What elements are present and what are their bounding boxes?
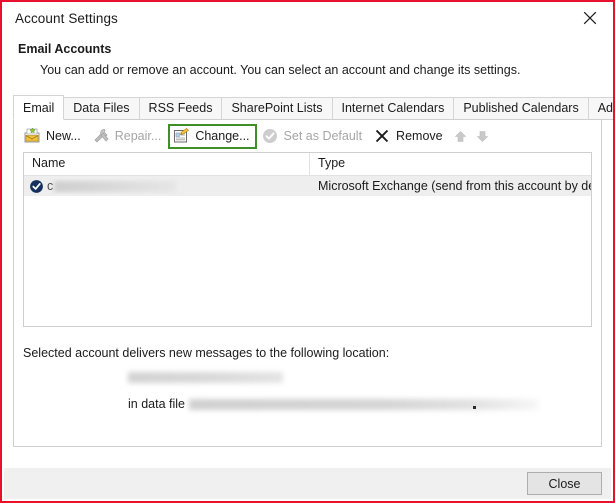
tab-bar: Email Data Files RSS Feeds SharePoint Li… (13, 95, 613, 120)
remove-account-button[interactable]: Remove (369, 124, 450, 148)
move-down-button (472, 125, 494, 147)
new-account-button[interactable]: New... (19, 124, 88, 148)
title-bar: Account Settings (2, 2, 613, 34)
repair-account-label: Repair... (114, 129, 162, 143)
intro-block: Email Accounts You can add or remove an … (2, 34, 613, 79)
delivery-location-row (128, 372, 601, 386)
data-file-prefix: in data file (128, 397, 185, 411)
tab-data-files[interactable]: Data Files (63, 97, 140, 120)
accounts-toolbar: New... Repair... Change... Set as Defaul… (14, 120, 601, 152)
email-tab-panel: New... Repair... Change... Set as Defaul… (13, 119, 602, 447)
tab-internet-calendars[interactable]: Internet Calendars (331, 97, 455, 120)
close-button[interactable]: Close (527, 472, 602, 495)
data-file-dot (473, 406, 476, 409)
account-name-cell: c (24, 179, 310, 194)
tab-rss-feeds[interactable]: RSS Feeds (138, 97, 223, 120)
delivery-values: in data file (23, 372, 601, 411)
tab-address-books[interactable]: Address Books (587, 97, 613, 120)
accounts-list-header: Name Type (24, 153, 591, 176)
new-account-label: New... (46, 129, 81, 143)
tab-published-calendars[interactable]: Published Calendars (453, 97, 589, 120)
default-account-check-icon (30, 179, 43, 193)
column-header-name[interactable]: Name (24, 153, 310, 175)
change-form-icon (174, 128, 190, 143)
delivery-location-redacted (128, 372, 283, 383)
table-row[interactable]: c Microsoft Exchange (send from this acc… (24, 176, 591, 196)
dialog-footer: Close (4, 468, 611, 499)
account-name-visible: c (47, 179, 54, 193)
accounts-list[interactable]: Name Type c Microsoft Exchange (send fro… (23, 152, 592, 327)
delivery-data-file-row: in data file (128, 397, 601, 411)
delivery-section: Selected account delivers new messages t… (14, 327, 601, 411)
change-account-button[interactable]: Change... (168, 123, 257, 149)
set-as-default-button: Set as Default (257, 124, 370, 148)
tab-email[interactable]: Email (13, 95, 65, 120)
move-up-button (450, 125, 472, 147)
repair-account-button: Repair... (88, 124, 169, 148)
set-default-check-icon (262, 129, 277, 143)
remove-x-icon (375, 129, 389, 143)
window-title: Account Settings (15, 10, 118, 26)
set-as-default-label: Set as Default (283, 129, 363, 143)
account-settings-dialog: Account Settings Email Accounts You can … (0, 0, 615, 503)
column-header-type[interactable]: Type (310, 153, 591, 175)
account-type-cell: Microsoft Exchange (send from this accou… (318, 179, 591, 193)
change-account-label: Change... (195, 129, 250, 143)
arrow-down-icon (476, 130, 489, 142)
intro-heading: Email Accounts (18, 42, 112, 56)
remove-account-label: Remove (396, 129, 443, 143)
new-mail-icon (24, 127, 40, 143)
account-name-redacted (54, 180, 177, 192)
intro-description: You can add or remove an account. You ca… (40, 63, 521, 77)
close-x-icon (583, 11, 597, 24)
data-file-path-redacted (188, 398, 539, 410)
tab-sharepoint-lists[interactable]: SharePoint Lists (221, 97, 333, 120)
arrow-up-icon (454, 130, 467, 142)
close-window-button[interactable] (573, 4, 607, 31)
repair-tools-icon (94, 129, 109, 143)
delivery-label: Selected account delivers new messages t… (23, 346, 390, 360)
